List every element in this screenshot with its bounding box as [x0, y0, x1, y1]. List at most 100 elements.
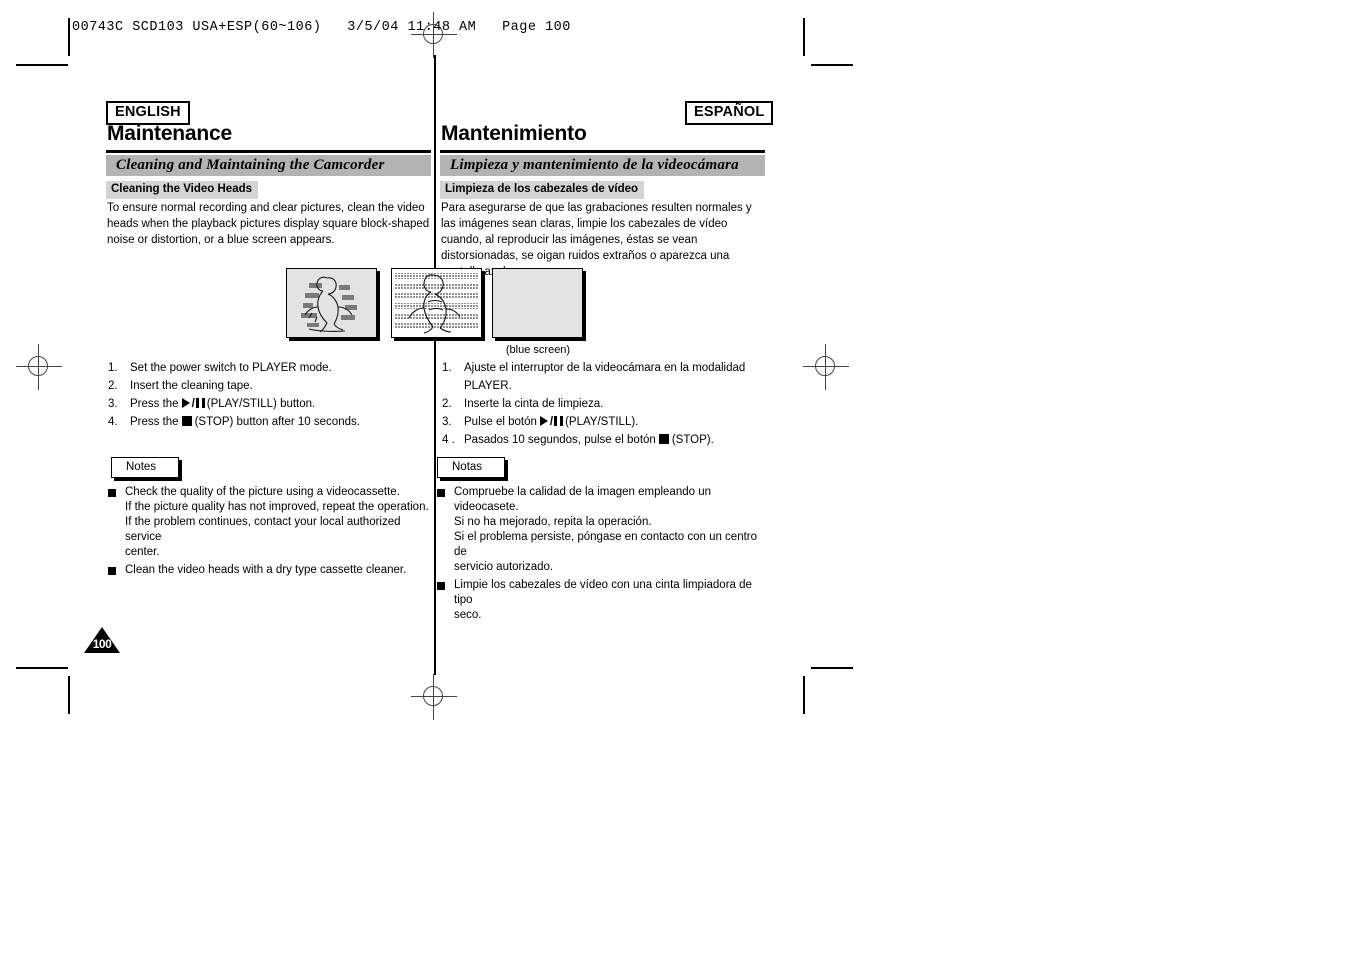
square-bullet-icon — [437, 578, 454, 590]
stop-icon — [181, 416, 192, 426]
crop-mark-top-left-v — [68, 18, 70, 56]
step-item: 1. Ajuste el interruptor de la videocáma… — [442, 359, 772, 395]
step-text: Press the (STOP) button after 10 seconds. — [130, 413, 438, 431]
play-icon — [539, 416, 548, 426]
step-text: Press the / (PLAY/STILL) button. — [130, 395, 438, 413]
page-number: 100 — [92, 637, 112, 651]
step-number: 1. — [442, 362, 452, 374]
step-item: 4 . Pasados 10 segundos, pulse el botón (… — [442, 431, 772, 449]
step-text-prefix: Pasados 10 segundos, pulse el botón — [464, 434, 656, 446]
steps-list-english: 1. Set the power switch to PLAYER mode. … — [108, 359, 438, 431]
note-line: servicio autorizado. — [454, 561, 554, 573]
page-number-flag: 100 — [84, 627, 120, 653]
step-text-suffix: (STOP) button after 10 seconds. — [194, 416, 360, 428]
step-number: 3. — [442, 416, 452, 428]
section-bar-spanish: Limpieza y mantenimiento de la videocáma… — [440, 155, 765, 176]
note-line: seco. — [454, 609, 482, 621]
figure-band-noise-picture — [391, 268, 482, 338]
registration-mark-left-center — [16, 344, 62, 390]
header-rule-spanish — [440, 150, 765, 153]
step-text-suffix: (PLAY/STILL) button. — [206, 398, 316, 410]
language-tag-spanish: ESPAÑOL — [685, 101, 774, 125]
note-line: If the picture quality has not improved,… — [125, 501, 429, 513]
note-item: Clean the video heads with a dry type ca… — [108, 563, 438, 578]
notes-list-spanish: Compruebe la calidad de la imagen emplea… — [437, 482, 767, 623]
registration-mark-bottom-center — [411, 674, 457, 720]
pause-icon — [554, 416, 564, 426]
play-icon — [181, 398, 190, 408]
header-rule-english — [106, 150, 431, 153]
step-number: 2. — [108, 380, 118, 392]
crop-mark-bottom-right-h — [811, 667, 853, 669]
step-item: 4. Press the (STOP) button after 10 secon… — [108, 413, 438, 431]
note-item: Limpie los cabezales de vídeo con una ci… — [437, 578, 767, 623]
note-item: Compruebe la calidad de la imagen emplea… — [437, 485, 767, 575]
note-line: Check the quality of the picture using a… — [125, 486, 400, 498]
steps-list-spanish: 1. Ajuste el interruptor de la videocáma… — [442, 359, 772, 449]
regmark-circle — [815, 356, 835, 376]
chapter-title-spanish: Mantenimiento — [441, 122, 587, 145]
pause-icon — [195, 398, 205, 408]
step-text-suffix: (STOP). — [671, 434, 714, 446]
section-bar-english: Cleaning and Maintaining the Camcorder — [106, 155, 431, 176]
figure-caption-blue-screen: (blue screen) — [505, 344, 571, 356]
note-text: Clean the video heads with a dry type ca… — [125, 563, 438, 578]
step-text-prefix: Pulse el botón — [464, 416, 537, 428]
step-text-prefix: Press the — [130, 416, 179, 428]
crop-mark-top-right-v — [803, 18, 805, 56]
step-number: 2. — [442, 398, 452, 410]
crop-mark-top-right-h — [811, 64, 853, 66]
step-text-suffix: (PLAY/STILL). — [565, 416, 639, 428]
registration-mark-top-center — [411, 12, 457, 58]
step-text: Pulse el botón / (PLAY/STILL). — [464, 413, 772, 431]
notes-label-box-spanish: Notas — [437, 457, 506, 479]
note-line: center. — [125, 546, 160, 558]
registration-mark-right-center — [803, 344, 849, 390]
note-text: Compruebe la calidad de la imagen emplea… — [454, 485, 767, 575]
subhead-english: Cleaning the Video Heads — [106, 181, 259, 200]
step-text: Ajuste el interruptor de la videocámara … — [464, 362, 746, 392]
step-number: 4. — [108, 416, 118, 428]
crop-mark-bottom-left-v — [68, 676, 70, 714]
body-paragraph-spanish: Para asegurarse de que las grabaciones r… — [441, 202, 752, 278]
manual-page: 00743C SCD103 USA+ESP(60~106) 3/5/04 11:… — [0, 0, 1351, 954]
crop-mark-bottom-right-v — [803, 676, 805, 714]
note-line: Limpie los cabezales de vídeo con una ci… — [454, 579, 752, 606]
step-item: 1. Set the power switch to PLAYER mode. — [108, 359, 438, 377]
step-number: 4 . — [442, 434, 455, 446]
step-text: Insert the cleaning tape. — [130, 380, 253, 392]
slash-separator: / — [549, 416, 554, 428]
notes-label-box-english: Notes — [111, 457, 180, 479]
print-file-header: 00743C SCD103 USA+ESP(60~106) 3/5/04 11:… — [72, 20, 571, 35]
figure-block-noise-picture — [286, 268, 377, 338]
step-item: 3. Press the / (PLAY/STILL) button. — [108, 395, 438, 413]
regmark-circle — [423, 686, 443, 706]
step-item: 3. Pulse el botón / (PLAY/STILL). — [442, 413, 772, 431]
note-text: Limpie los cabezales de vídeo con una ci… — [454, 578, 767, 623]
note-text: Check the quality of the picture using a… — [125, 485, 438, 560]
square-bullet-icon — [108, 485, 125, 497]
step-text: Pasados 10 segundos, pulse el botón (STOP… — [464, 431, 772, 449]
step-text: Inserte la cinta de limpieza. — [464, 398, 604, 410]
note-line: Compruebe la calidad de la imagen emplea… — [454, 486, 712, 513]
step-number: 3. — [108, 398, 118, 410]
figure-blue-screen — [492, 268, 583, 338]
stop-icon — [658, 434, 669, 444]
chapter-title-english: Maintenance — [107, 122, 232, 145]
crop-mark-bottom-left-h — [16, 667, 68, 669]
note-line: If the problem continues, contact your l… — [125, 516, 401, 543]
step-item: 2. Inserte la cinta de limpieza. — [442, 395, 772, 413]
notes-list-english: Check the quality of the picture using a… — [108, 482, 438, 578]
step-text: Set the power switch to PLAYER mode. — [130, 362, 332, 374]
square-bullet-icon — [108, 563, 125, 575]
subhead-spanish: Limpieza de los cabezales de vídeo — [440, 181, 645, 200]
band-noise-illustration — [392, 269, 481, 337]
square-bullet-icon — [437, 485, 454, 497]
note-item: Check the quality of the picture using a… — [108, 485, 438, 560]
step-text-prefix: Press the — [130, 398, 179, 410]
note-line: Si no ha mejorado, repita la operación. — [454, 516, 652, 528]
note-line: Si el problema persiste, póngase en cont… — [454, 531, 758, 558]
note-line: Clean the video heads with a dry type ca… — [125, 564, 407, 576]
step-item: 2. Insert the cleaning tape. — [108, 377, 438, 395]
regmark-circle — [28, 356, 48, 376]
